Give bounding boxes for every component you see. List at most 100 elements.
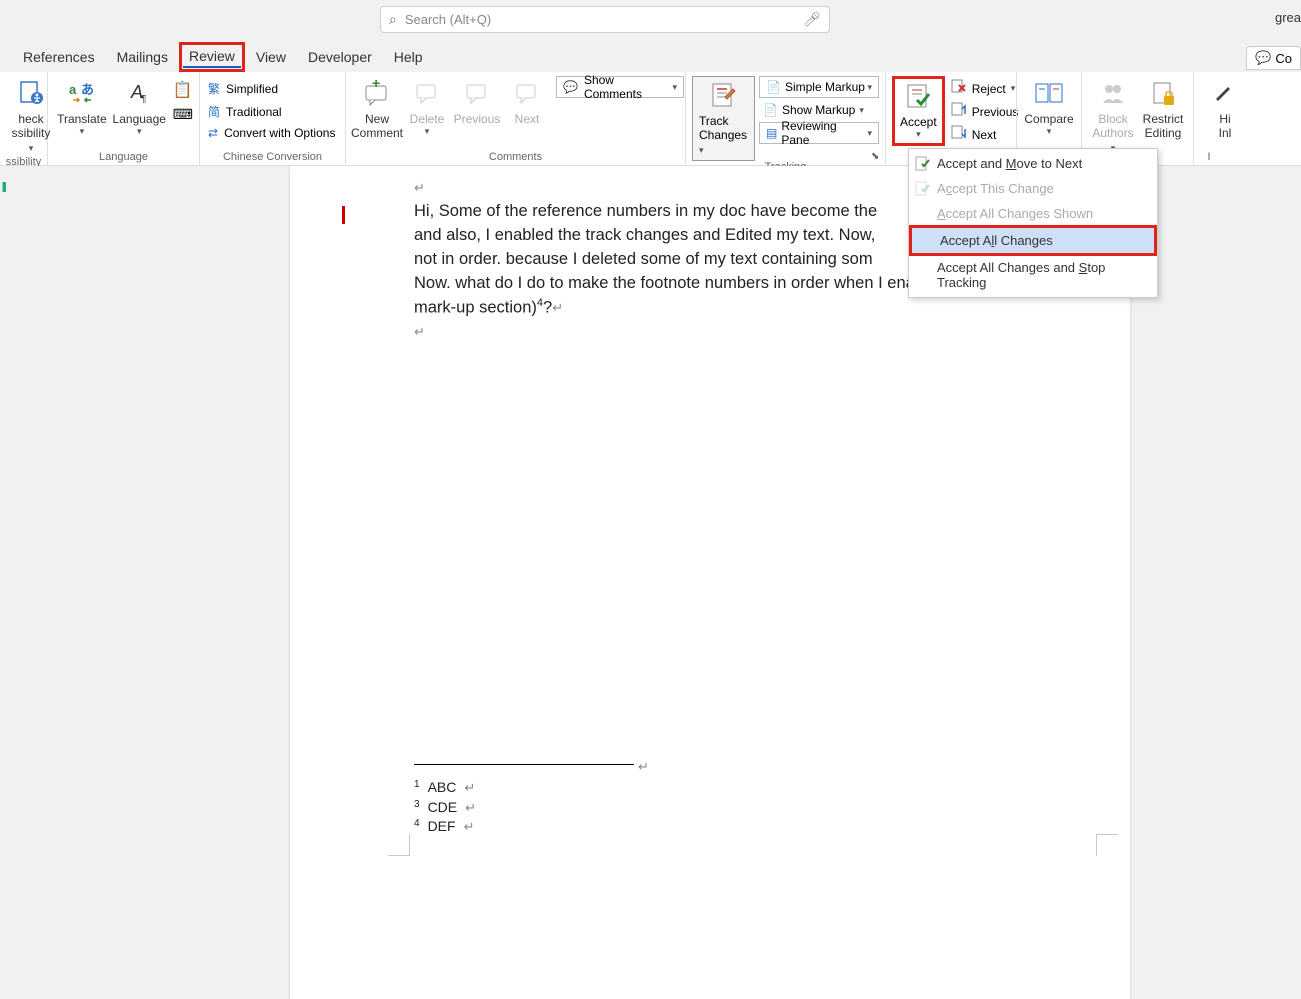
menu-accept-all[interactable]: Accept All Changes (912, 228, 1154, 253)
accept-this-icon (915, 181, 931, 197)
body-text-q: ? (543, 298, 552, 316)
block-authors-button: BlockAuthors ▾ (1088, 76, 1138, 156)
language-button[interactable]: A¶ Language ▾ (110, 76, 169, 139)
group-label-ink: I (1194, 151, 1224, 165)
traditional-icon: 简 (208, 103, 220, 120)
accept-icon (903, 82, 933, 115)
traditional-label: Traditional (226, 105, 282, 119)
footnote-item[interactable]: 1 ABC (414, 778, 476, 798)
svg-text:a: a (69, 82, 77, 97)
tab-help[interactable]: Help (383, 45, 434, 69)
previous-change-button[interactable]: Previous (949, 101, 1021, 122)
chevron-down-icon: ▾ (425, 126, 430, 137)
display-for-review-dropdown[interactable]: 📄Simple Markup ▾ (759, 76, 879, 98)
restrict-icon (1147, 78, 1179, 110)
show-comments-label: Show Comments (584, 73, 667, 101)
svg-text:あ: あ (81, 82, 94, 97)
compare-button[interactable]: Compare ▾ (1023, 76, 1075, 139)
paragraph-mark (464, 817, 475, 837)
convert-options-button[interactable]: ⇄ Convert with Options (206, 124, 337, 142)
language-icon: A¶ (123, 78, 155, 110)
delete-comment-button: Delete ▾ (402, 76, 452, 139)
tracking-launcher[interactable]: ⬊ (871, 151, 883, 163)
margin-marker (0, 182, 6, 192)
accept-dropdown-menu: Accept and Move to Next Accept This Chan… (908, 148, 1158, 298)
new-comment-label: NewComment (351, 112, 403, 140)
comment-icon: 💬 (1255, 50, 1271, 66)
menu-accept-shown: Accept All Changes Shown (909, 201, 1157, 226)
chevron-down-icon: ▾ (1011, 83, 1016, 94)
new-comment-icon: + (361, 78, 393, 110)
search-box[interactable]: ⌕ Search (Alt+Q) 🎤︎ (380, 6, 830, 33)
reject-label: Reject (972, 82, 1006, 96)
paragraph-mark (414, 178, 425, 196)
menu-accept-stop[interactable]: Accept All Changes and Stop Tracking (909, 255, 1157, 295)
track-changes-icon (709, 81, 739, 114)
delete-label: Delete (410, 112, 445, 126)
reject-button[interactable]: Reject ▾ (949, 78, 1021, 99)
footnote-separator (414, 764, 634, 765)
new-comment-button[interactable]: + NewComment (352, 76, 402, 142)
tab-mailings[interactable]: Mailings (106, 45, 179, 69)
chevron-down-icon: ▾ (137, 126, 142, 137)
previous-change-icon (951, 102, 967, 121)
restrict-editing-button[interactable]: RestrictEditing (1138, 76, 1188, 142)
tab-developer[interactable]: Developer (297, 45, 383, 69)
comments-pane-button[interactable]: 💬 Co (1246, 46, 1301, 70)
proofing-icon[interactable]: 📋 (173, 80, 193, 100)
translate-label: Translate (57, 112, 107, 126)
next-label: Next (515, 112, 540, 126)
group-language: aあ Translate ▾ A¶ Language ▾ 📋 ⌨ Languag… (48, 72, 200, 165)
footnote-item[interactable]: 3 CDE (414, 798, 476, 818)
next-comment-icon (511, 78, 543, 110)
accessibility-icon (15, 78, 47, 110)
chevron-down-icon: ▾ (29, 143, 34, 153)
group-accessibility: heck ssibility ▾ ssibility (0, 72, 48, 165)
menu-label: Accept All Changes (940, 233, 1053, 248)
track-label: TrackChanges ▾ (699, 114, 748, 156)
footnote-text: DEF (428, 817, 456, 837)
footnote-item[interactable]: 4 DEF (414, 817, 476, 837)
track-changes-button[interactable]: TrackChanges ▾ (692, 76, 755, 161)
body-text-line: Hi, Some of the reference numbers in my … (414, 202, 877, 220)
chevron-down-icon: ▾ (1047, 126, 1052, 137)
chevron-down-icon: ▾ (916, 129, 921, 140)
footnote-number: 1 (414, 778, 420, 798)
chevron-down-icon: ▾ (80, 126, 85, 137)
left-margin-markers (0, 166, 8, 999)
show-markup-icon: 📄 (763, 103, 778, 117)
search-placeholder: Search (Alt+Q) (405, 12, 803, 27)
body-text-line: and also, I enabled the track changes an… (414, 226, 875, 244)
hide-ink-label1: Hi (1219, 112, 1230, 126)
menu-accept-and-move[interactable]: Accept and Move to Next (909, 151, 1157, 176)
simplified-label: Simplified (226, 82, 278, 96)
convert-icon: ⇄ (208, 126, 218, 140)
paragraph-mark (638, 758, 649, 776)
hide-ink-button[interactable]: Hi Inl (1200, 76, 1250, 142)
highlight-review-tab: Review (179, 42, 245, 72)
restrict-label: RestrictEditing (1143, 112, 1184, 140)
tab-view[interactable]: View (245, 45, 297, 69)
body-text-line: not in order. because I deleted some of … (414, 250, 873, 268)
group-label-language: Language (48, 151, 199, 165)
traditional-button[interactable]: 简 Traditional (206, 101, 337, 122)
keyboard-icon[interactable]: ⌨ (173, 106, 193, 123)
account-label[interactable]: grea (1275, 10, 1301, 25)
mic-icon[interactable]: 🎤︎ (803, 11, 821, 28)
translate-button[interactable]: aあ Translate ▾ (54, 76, 110, 139)
show-comments-dropdown[interactable]: 💬 Show Comments ▾ (556, 76, 684, 98)
accept-button[interactable]: Accept ▾ (896, 80, 941, 142)
highlight-accept-all: Accept All Changes (909, 225, 1157, 256)
translate-icon: aあ (66, 78, 98, 110)
footnotes-area[interactable]: 1 ABC 3 CDE 4 DEF (414, 778, 476, 837)
reviewing-pane-dropdown[interactable]: ▤Reviewing Pane ▾ (759, 122, 879, 144)
hide-ink-label2: Inl (1219, 126, 1232, 140)
simplified-icon: 繁 (208, 80, 220, 97)
show-markup-button[interactable]: 📄 Show Markup ▾ (759, 101, 879, 119)
change-indicator-bar[interactable] (342, 206, 345, 224)
tab-references[interactable]: References (12, 45, 106, 69)
next-change-button[interactable]: Next (949, 124, 1021, 145)
tab-review[interactable]: Review (183, 46, 241, 68)
reviewing-pane-icon: ▤ (766, 126, 777, 140)
simplified-button[interactable]: 繁 Simplified (206, 78, 337, 99)
